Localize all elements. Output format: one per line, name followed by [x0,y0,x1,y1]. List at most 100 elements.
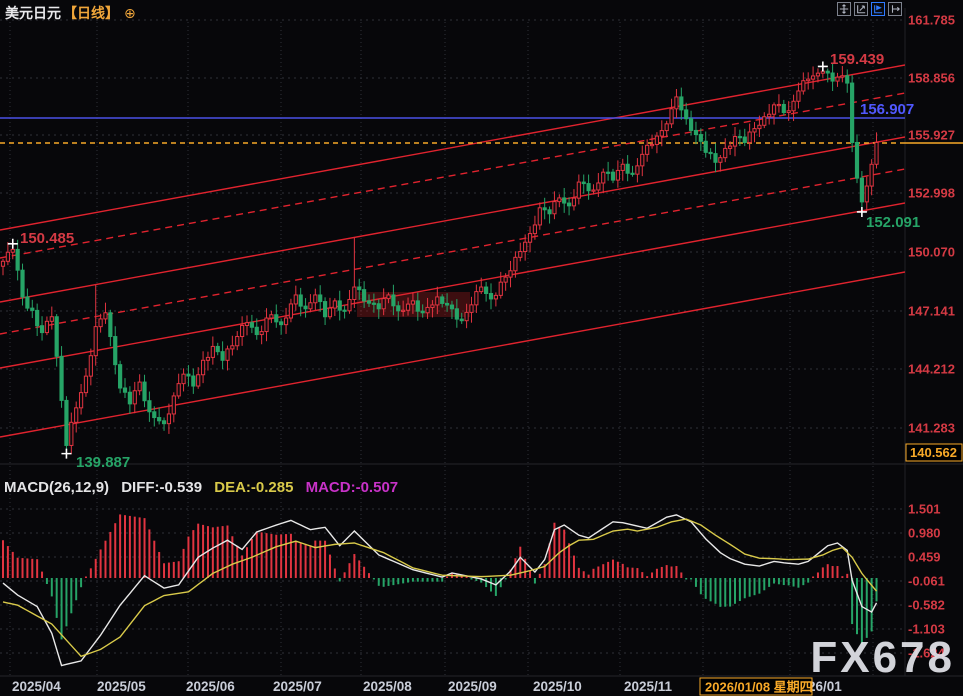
price-pane [0,63,905,454]
candle-body [465,312,468,320]
extreme-marker-cross [61,449,71,459]
candle-body [36,310,39,325]
chart-canvas[interactable]: 150.485139.887159.439152.091156.907161.7… [0,0,963,696]
latest-date-value: 2026/01/08 星期四 [705,680,813,695]
candle-body [470,305,473,313]
pan-tool-button[interactable] [837,2,851,16]
candle-body [79,393,82,408]
candle-body [611,172,614,180]
channel-line-solid [0,203,905,368]
candle-body [787,111,790,113]
extreme-marker-cross [818,61,828,71]
candle-body [763,117,766,126]
candle-body [543,208,546,210]
candle-body [719,158,722,163]
candle-body [831,73,834,81]
macd-tick-label: 1.501 [908,502,941,517]
candle-body [772,105,775,114]
chart-toolbar [837,2,902,16]
candle-body [45,321,48,332]
candle-body [128,392,131,404]
candle-body [792,101,795,111]
candle-body [367,301,370,303]
channel-line-solid [0,137,905,302]
candle-body [358,287,361,290]
price-annotation: 156.907 [860,101,914,118]
axis-scale-button[interactable] [854,2,868,16]
candle-body [328,308,331,317]
candle-body [421,311,424,313]
candle-body [641,154,644,165]
candle-body [221,352,224,361]
time-tick-label: 2025/10 [533,679,582,694]
candle-body [397,306,400,311]
candle-body [602,172,605,183]
candle-body [55,317,58,357]
candle-body [851,83,854,142]
candle-body [138,382,141,391]
candle-body [621,164,624,170]
candle-body [846,76,849,83]
candle-body [167,414,170,424]
instrument-title: 美元日元 [5,3,61,23]
candle-body [675,97,678,109]
macd-diff-value: DIFF:-0.539 [121,479,202,496]
candle-body [733,137,736,147]
candle-body [553,202,556,214]
candle-body [133,391,136,404]
axis-shift-button[interactable] [888,2,902,16]
candle-body [109,313,112,337]
candle-body [275,315,278,322]
candle-body [11,249,14,252]
channel-line-solid [0,65,905,230]
macd-tick-label: 0.459 [908,550,941,565]
candle-body [729,146,732,148]
macd-params-label: MACD(26,12,9) [4,479,109,496]
axis-scale-icon [856,4,866,14]
candle-body [21,270,24,297]
candle-body [450,305,453,309]
candle-body [226,349,229,360]
candle-body [255,327,258,334]
candle-body [782,104,785,112]
candle-body [211,346,214,357]
axis-lock-button[interactable] [871,2,885,16]
candle-body [89,356,92,376]
candle-body [758,125,761,128]
candle-body [353,287,356,299]
candle-body [387,295,390,299]
candle-body [265,318,268,332]
candle-body [284,318,287,325]
candle-body [441,297,444,304]
candle-body [162,421,165,424]
candle-body [480,287,483,292]
candle-body [436,297,439,305]
time-tick-label: 2025/11 [624,679,673,694]
candle-body [75,408,78,422]
candle-body [597,183,600,190]
candle-body [50,317,53,322]
price-annotation: 139.887 [76,454,130,471]
candle-body [499,282,502,295]
candle-body [777,104,780,105]
time-tick-label: 2025/06 [186,679,235,694]
candle-body [455,309,458,319]
candle-body [182,374,185,383]
candle-body [592,190,595,191]
candle-body [192,376,195,386]
extreme-marker-cross [8,239,18,249]
price-tick-label: 150.070 [908,245,955,260]
price-annotation: 150.485 [20,230,74,247]
candle-body [753,129,756,132]
candle-body [646,145,649,154]
candle-body [153,412,156,418]
candle-body [309,303,312,309]
candle-body [143,382,146,401]
candle-body [475,292,478,305]
candle-body [119,365,122,388]
candle-body [333,301,336,308]
candle-body [148,401,151,412]
price-annotation: 159.439 [830,51,884,68]
candle-body [485,287,488,293]
add-indicator-icon[interactable]: ⊕ [124,5,136,22]
